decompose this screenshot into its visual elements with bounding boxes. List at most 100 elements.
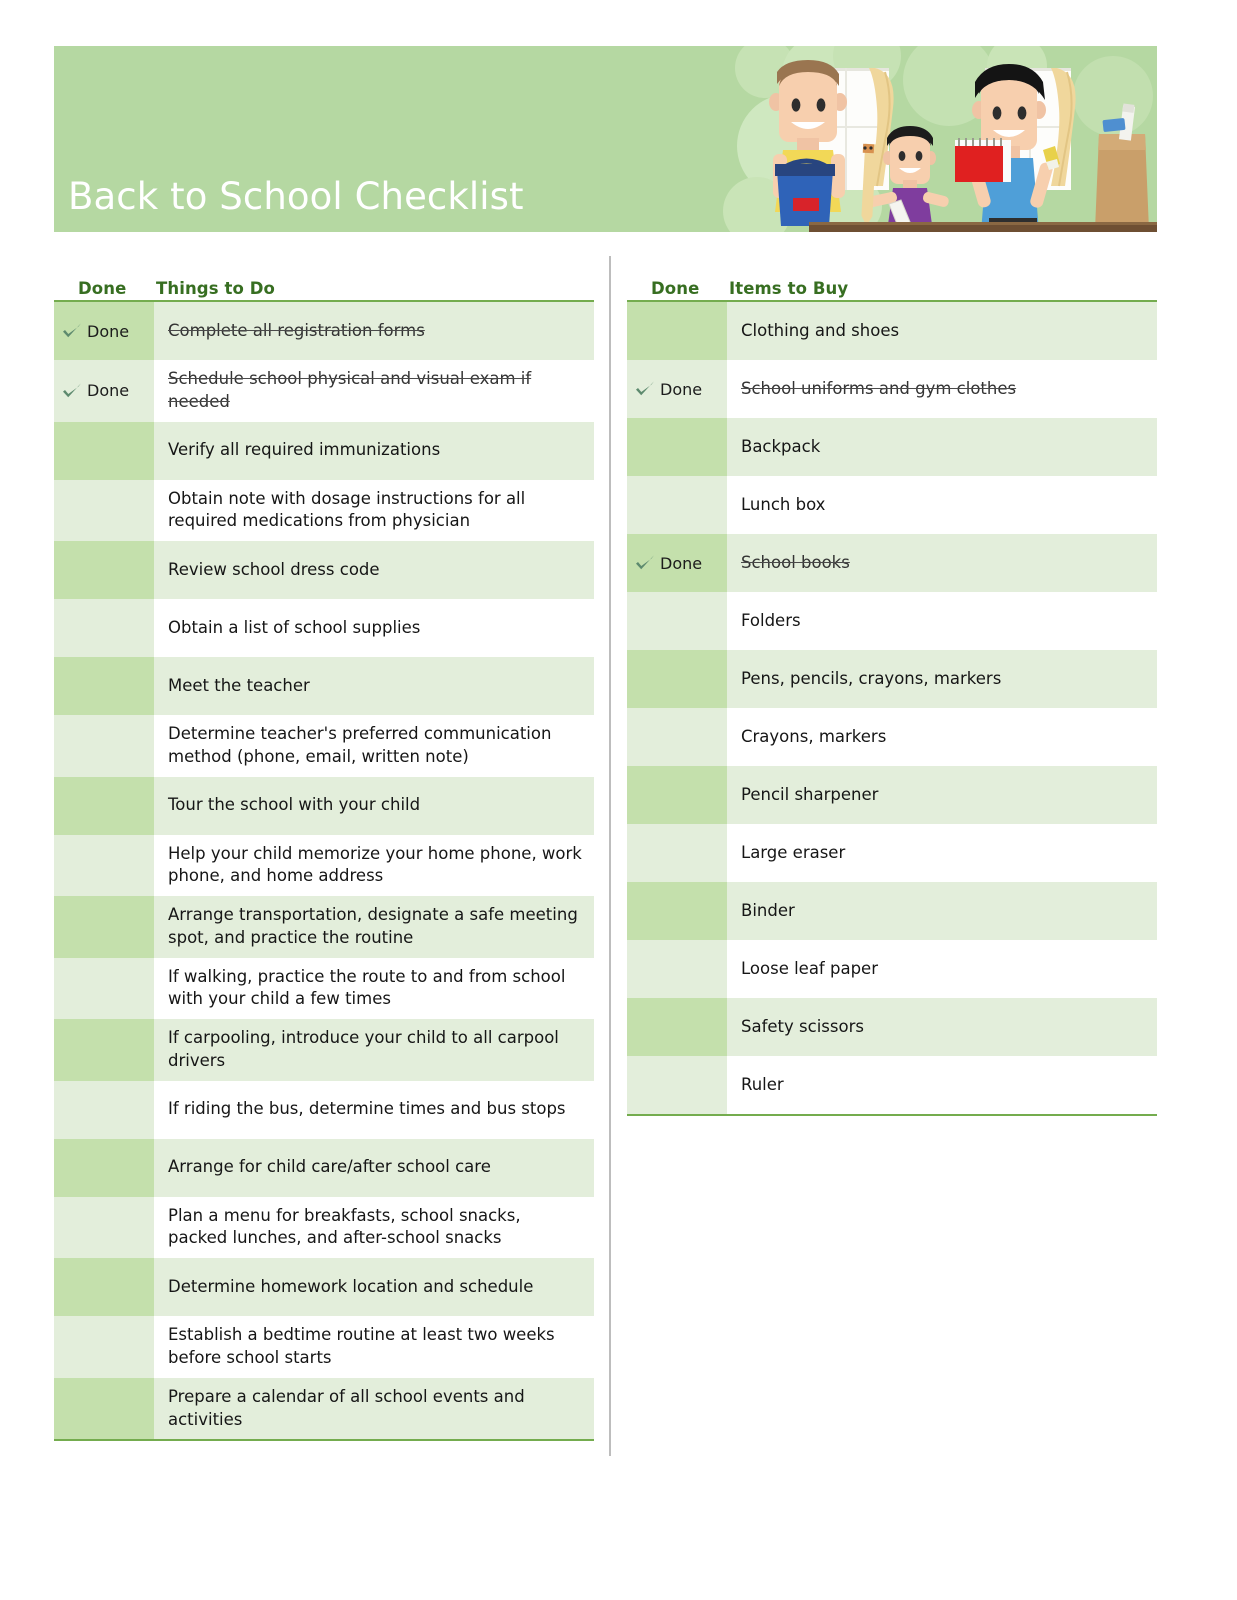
checklist-row[interactable]: Determine homework location and schedule xyxy=(54,1258,594,1317)
done-cell[interactable] xyxy=(627,592,727,650)
checklist-row[interactable]: Obtain a list of school supplies xyxy=(54,599,594,658)
done-cell[interactable] xyxy=(54,1258,154,1317)
done-cell[interactable] xyxy=(54,421,154,480)
checklist-item-cell[interactable]: Folders xyxy=(727,592,1157,650)
checklist-item-cell[interactable]: Complete all registration forms xyxy=(154,302,594,360)
checklist-row[interactable]: Done Complete all registration forms xyxy=(54,302,594,360)
checklist-row[interactable]: Safety scissors xyxy=(627,998,1157,1056)
done-cell[interactable] xyxy=(627,882,727,940)
done-cell[interactable] xyxy=(627,940,727,998)
checklist-item-cell[interactable]: Arrange for child care/after school care xyxy=(154,1138,594,1197)
checklist-item-cell[interactable]: School books xyxy=(727,534,1157,592)
checklist-item-cell[interactable]: Clothing and shoes xyxy=(727,302,1157,360)
done-cell[interactable]: Done xyxy=(54,302,154,360)
done-cell[interactable]: Done xyxy=(54,360,154,422)
checklist-item-cell[interactable]: Verify all required immunizations xyxy=(154,421,594,480)
checklist-row[interactable]: Done Schedule school physical and visual … xyxy=(54,360,594,422)
done-cell[interactable]: Done xyxy=(627,534,727,592)
items-to-buy-body: Clothing and shoes Done School uniforms an… xyxy=(627,300,1157,1116)
done-cell[interactable] xyxy=(54,1377,154,1440)
done-cell[interactable] xyxy=(54,1316,154,1378)
checklist-row[interactable]: Large eraser xyxy=(627,824,1157,882)
checklist-item-cell[interactable]: School uniforms and gym clothes xyxy=(727,360,1157,418)
checklist-row[interactable]: Clothing and shoes xyxy=(627,302,1157,360)
checklist-item-cell[interactable]: Large eraser xyxy=(727,824,1157,882)
checklist-row[interactable]: Help your child memorize your home phone… xyxy=(54,834,594,897)
checklist-row[interactable]: Folders xyxy=(627,592,1157,650)
checklist-item-cell[interactable]: Ruler xyxy=(727,1056,1157,1114)
done-cell[interactable] xyxy=(627,998,727,1056)
checklist-item-cell[interactable]: Backpack xyxy=(727,418,1157,476)
done-cell[interactable] xyxy=(54,1196,154,1259)
done-cell[interactable] xyxy=(54,541,154,600)
done-cell[interactable] xyxy=(54,776,154,835)
checklist-row[interactable]: Plan a menu for breakfasts, school snack… xyxy=(54,1196,594,1259)
checklist-item-cell[interactable]: Pens, pencils, crayons, markers xyxy=(727,650,1157,708)
checklist-row[interactable]: Determine teacher's preferred communicat… xyxy=(54,715,594,777)
checklist-row[interactable]: Loose leaf paper xyxy=(627,940,1157,998)
checklist-row[interactable]: Obtain note with dosage instructions for… xyxy=(54,479,594,542)
checklist-row[interactable]: Done School books xyxy=(627,534,1157,592)
checklist-row[interactable]: Verify all required immunizations xyxy=(54,421,594,480)
checklist-item-cell[interactable]: Crayons, markers xyxy=(727,708,1157,766)
done-cell[interactable]: Done xyxy=(627,360,727,418)
checklist-item-cell[interactable]: Establish a bedtime routine at least two… xyxy=(154,1316,594,1378)
checklist-item-cell[interactable]: If riding the bus, determine times and b… xyxy=(154,1080,594,1139)
checklist-row[interactable]: Meet the teacher xyxy=(54,657,594,716)
done-cell[interactable] xyxy=(54,896,154,958)
checklist-item-cell[interactable]: Obtain a list of school supplies xyxy=(154,599,594,658)
checklist-row[interactable]: Backpack xyxy=(627,418,1157,476)
done-cell[interactable] xyxy=(54,715,154,777)
done-cell[interactable] xyxy=(54,834,154,897)
done-cell[interactable] xyxy=(627,1056,727,1114)
checklist-row[interactable]: Done School uniforms and gym clothes xyxy=(627,360,1157,418)
checklist-row[interactable]: If carpooling, introduce your child to a… xyxy=(54,1019,594,1081)
done-cell[interactable] xyxy=(54,479,154,542)
done-cell[interactable] xyxy=(54,957,154,1020)
checklist-item-cell[interactable]: Arrange transportation, designate a safe… xyxy=(154,896,594,958)
checklist-item-cell[interactable]: Determine homework location and schedule xyxy=(154,1258,594,1317)
checklist-item-cell[interactable]: Obtain note with dosage instructions for… xyxy=(154,479,594,542)
checklist-item-cell[interactable]: If walking, practice the route to and fr… xyxy=(154,957,594,1020)
checklist-row[interactable]: Tour the school with your child xyxy=(54,776,594,835)
checklist-item-cell[interactable]: Determine teacher's preferred communicat… xyxy=(154,715,594,777)
checklist-row[interactable]: Establish a bedtime routine at least two… xyxy=(54,1316,594,1378)
done-cell[interactable] xyxy=(627,476,727,534)
checklist-row[interactable]: Review school dress code xyxy=(54,541,594,600)
checklist-row[interactable]: If walking, practice the route to and fr… xyxy=(54,957,594,1020)
checklist-item-cell[interactable]: Plan a menu for breakfasts, school snack… xyxy=(154,1196,594,1259)
done-cell[interactable] xyxy=(627,650,727,708)
checklist-item-cell[interactable]: Prepare a calendar of all school events … xyxy=(154,1377,594,1440)
checklist-row[interactable]: Pencil sharpener xyxy=(627,766,1157,824)
done-cell[interactable] xyxy=(54,1019,154,1081)
done-cell[interactable] xyxy=(54,657,154,716)
checklist-item-cell[interactable]: Pencil sharpener xyxy=(727,766,1157,824)
checklist-item-cell[interactable]: Binder xyxy=(727,882,1157,940)
checklist-item-cell[interactable]: Lunch box xyxy=(727,476,1157,534)
checklist-item-cell[interactable]: Meet the teacher xyxy=(154,657,594,716)
done-cell[interactable] xyxy=(627,708,727,766)
checklist-row[interactable]: Arrange for child care/after school care xyxy=(54,1138,594,1197)
done-cell[interactable] xyxy=(627,766,727,824)
checklist-row[interactable]: Binder xyxy=(627,882,1157,940)
checklist-row[interactable]: Pens, pencils, crayons, markers xyxy=(627,650,1157,708)
checklist-item-cell[interactable]: If carpooling, introduce your child to a… xyxy=(154,1019,594,1081)
done-cell[interactable] xyxy=(627,302,727,360)
checklist-item-cell[interactable]: Safety scissors xyxy=(727,998,1157,1056)
done-cell[interactable] xyxy=(54,1080,154,1139)
checklist-item-cell[interactable]: Schedule school physical and visual exam… xyxy=(154,360,594,422)
checklist-item-cell[interactable]: Review school dress code xyxy=(154,541,594,600)
checklist-row[interactable]: Arrange transportation, designate a safe… xyxy=(54,896,594,958)
done-cell[interactable] xyxy=(54,599,154,658)
checklist-item-cell[interactable]: Help your child memorize your home phone… xyxy=(154,834,594,897)
checklist-row[interactable]: If riding the bus, determine times and b… xyxy=(54,1080,594,1139)
checklist-item-cell[interactable]: Loose leaf paper xyxy=(727,940,1157,998)
done-cell[interactable] xyxy=(54,1138,154,1197)
checklist-row[interactable]: Prepare a calendar of all school events … xyxy=(54,1377,594,1440)
done-cell[interactable] xyxy=(627,824,727,882)
checklist-row[interactable]: Crayons, markers xyxy=(627,708,1157,766)
done-cell[interactable] xyxy=(627,418,727,476)
checklist-row[interactable]: Lunch box xyxy=(627,476,1157,534)
checklist-row[interactable]: Ruler xyxy=(627,1056,1157,1114)
checklist-item-cell[interactable]: Tour the school with your child xyxy=(154,776,594,835)
